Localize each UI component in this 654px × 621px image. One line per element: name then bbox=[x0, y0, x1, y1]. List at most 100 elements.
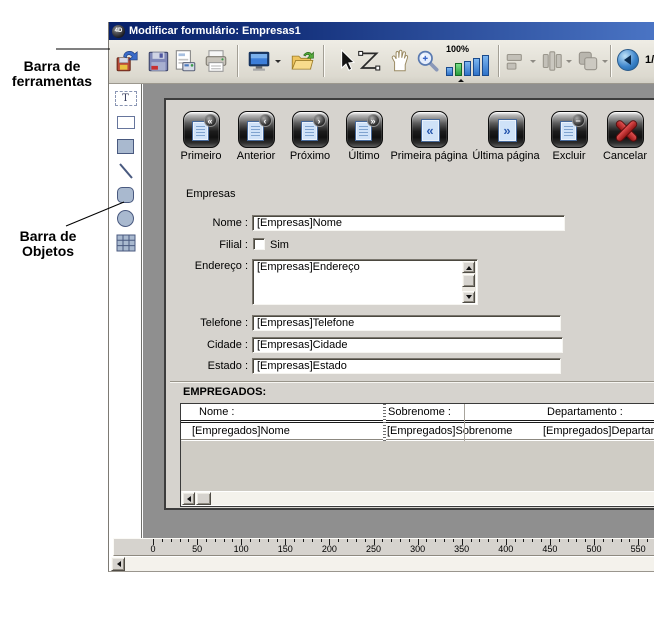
column-header-departamento: Departamento : bbox=[547, 404, 623, 420]
window-title: Modificar formulário: Empresas1 bbox=[129, 25, 301, 37]
page-indicator: 1/1 bbox=[645, 54, 654, 66]
display-mode-dropdown-caret[interactable] bbox=[275, 60, 281, 66]
polyline-tool-button[interactable] bbox=[356, 47, 382, 75]
previous-page-icon bbox=[619, 55, 631, 65]
ruler-tick bbox=[612, 539, 613, 542]
scroll-thumb[interactable] bbox=[462, 274, 475, 287]
first-page-icon: « bbox=[421, 119, 440, 142]
ruler-tick bbox=[232, 539, 233, 542]
zoom-bar[interactable] bbox=[446, 67, 453, 76]
ruler-tick-label: 0 bbox=[141, 544, 165, 554]
zoom-tool-button[interactable] bbox=[415, 47, 441, 75]
titlebar: 4D Modificar formulário: Empresas1 bbox=[109, 22, 654, 40]
save-icon bbox=[146, 47, 172, 75]
ruler-tick-label: 350 bbox=[450, 544, 474, 554]
ruler-tick bbox=[453, 539, 454, 542]
filial-checkbox[interactable] bbox=[253, 238, 265, 250]
ruler-tick bbox=[400, 539, 401, 542]
4d-app-icon: 4D bbox=[112, 25, 125, 38]
ellipse-icon bbox=[117, 210, 134, 227]
ruler-tick bbox=[629, 539, 630, 542]
scroll-down-button[interactable] bbox=[462, 291, 475, 303]
last-record-badge: » bbox=[367, 114, 380, 127]
column-separator bbox=[464, 404, 465, 441]
zoom-bar-selected[interactable] bbox=[455, 63, 462, 76]
nome-field[interactable]: [Empresas]Nome bbox=[252, 215, 565, 231]
polyline-icon bbox=[356, 47, 382, 75]
down-arrow-icon bbox=[466, 295, 472, 302]
hand-tool-button[interactable] bbox=[387, 47, 413, 75]
endereco-textarea[interactable]: [Empresas]Endereço bbox=[252, 259, 478, 305]
empregados-subform-table[interactable]: Nome : Sobrenome : Departamento : [Empre… bbox=[180, 403, 654, 507]
zoom-bar[interactable] bbox=[473, 58, 480, 76]
zoom-scale-widget[interactable]: 100% bbox=[446, 44, 494, 78]
zoom-level-label: 100% bbox=[446, 44, 469, 54]
scroll-left-button[interactable] bbox=[111, 557, 125, 571]
open-form-button[interactable] bbox=[289, 47, 315, 75]
filial-label: Filial : bbox=[176, 239, 248, 252]
ruler-tick bbox=[479, 539, 480, 542]
cidade-field[interactable]: [Empresas]Cidade bbox=[252, 337, 563, 353]
group-icon bbox=[575, 47, 601, 75]
form-editor-window: 4D Modificar formulário: Empresas1 bbox=[108, 22, 654, 572]
zoom-scale-bars[interactable] bbox=[446, 55, 489, 76]
display-mode-button[interactable] bbox=[246, 47, 272, 75]
ruler: 050100150200250300350400450500550 bbox=[113, 538, 654, 556]
scroll-up-button[interactable] bbox=[462, 261, 475, 273]
telefone-field[interactable]: [Empresas]Telefone bbox=[252, 315, 561, 331]
estado-field[interactable]: [Empresas]Estado bbox=[252, 358, 561, 374]
ruler-tick bbox=[268, 539, 269, 542]
print-icon bbox=[203, 47, 229, 75]
ruler-tick bbox=[321, 539, 322, 542]
open-folder-icon bbox=[289, 47, 315, 75]
line-tool[interactable] bbox=[114, 160, 137, 181]
tab-control-tool[interactable] bbox=[114, 112, 137, 133]
save-button[interactable] bbox=[146, 47, 172, 75]
revert-button[interactable] bbox=[115, 47, 141, 75]
horizontal-scrollbar[interactable] bbox=[111, 557, 654, 571]
subform-scrollbar[interactable] bbox=[182, 492, 654, 505]
distribute-dropdown-caret bbox=[566, 60, 572, 66]
scroll-left-button[interactable] bbox=[182, 492, 195, 505]
zoom-bar[interactable] bbox=[464, 61, 471, 76]
ruler-tick bbox=[621, 539, 622, 542]
print-preview-icon bbox=[172, 47, 198, 75]
subform-header-row: Nome : Sobrenome : Departamento : bbox=[181, 404, 654, 420]
toolbar-separator bbox=[323, 45, 325, 77]
left-arrow-icon bbox=[184, 496, 191, 502]
ruler-tick-label: 450 bbox=[538, 544, 562, 554]
ruler-tick bbox=[532, 539, 533, 542]
ruler-tick bbox=[585, 539, 586, 542]
rectangle-tool[interactable] bbox=[114, 136, 137, 157]
telefone-label: Telefone : bbox=[176, 317, 248, 330]
print-preview-button[interactable] bbox=[172, 47, 198, 75]
rounded-rectangle-tool[interactable] bbox=[114, 184, 137, 205]
grid-tool[interactable] bbox=[114, 232, 137, 253]
ruler-tick bbox=[435, 539, 436, 542]
column-resize-handle[interactable] bbox=[383, 404, 386, 441]
toolbar-separator bbox=[610, 45, 612, 77]
subform-empty-area bbox=[181, 441, 654, 491]
window-body: T « bbox=[109, 84, 654, 571]
ruler-tick bbox=[444, 539, 445, 542]
zoom-marker bbox=[458, 76, 464, 82]
ruler-tick bbox=[365, 539, 366, 542]
zoom-bar[interactable] bbox=[482, 55, 489, 76]
toolbar-separator bbox=[237, 45, 239, 77]
nome-label: Nome : bbox=[176, 217, 248, 230]
toolbar-separator bbox=[498, 45, 500, 77]
distribute-icon bbox=[539, 47, 565, 75]
align-button-disabled bbox=[504, 47, 530, 75]
ellipse-tool[interactable] bbox=[114, 208, 137, 229]
form-button-cancelar[interactable]: Cancelar bbox=[580, 111, 654, 162]
previous-page-button[interactable] bbox=[617, 49, 639, 71]
text-area-tool[interactable]: T bbox=[114, 88, 137, 109]
print-button[interactable] bbox=[203, 47, 229, 75]
cell-nome: [Empregados]Nome bbox=[192, 423, 290, 439]
left-arrow-icon bbox=[114, 561, 121, 567]
endereco-scrollbar[interactable] bbox=[462, 261, 476, 303]
ruler-tick bbox=[576, 539, 577, 542]
ruler-tick bbox=[338, 539, 339, 542]
scroll-thumb[interactable] bbox=[196, 492, 211, 505]
ruler-tick-label: 400 bbox=[494, 544, 518, 554]
